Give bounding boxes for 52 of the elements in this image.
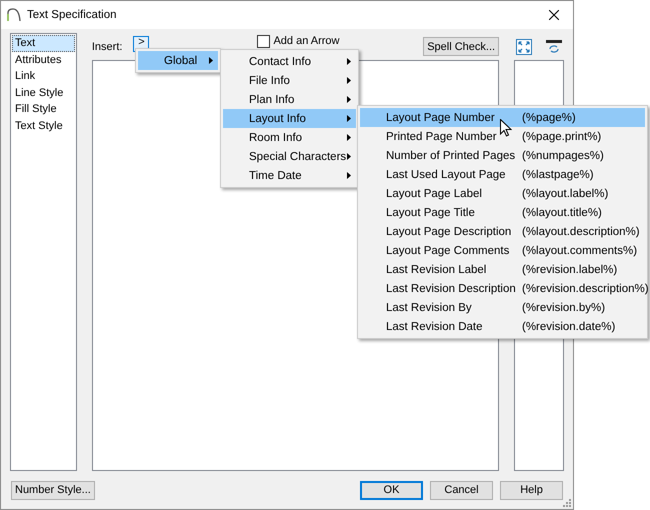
menu-item[interactable]: Last Revision Date (%revision.date%) [360, 317, 645, 336]
menu-item-code: (%layout.description%) [522, 226, 640, 238]
menu-item[interactable]: Layout Page Label (%layout.label%) [360, 184, 645, 203]
sidebar-item[interactable]: Text [12, 35, 75, 52]
dialog-button[interactable]: Number Style... [11, 480, 95, 500]
dialog-button[interactable]: Help [500, 480, 563, 500]
menu-item-code: (%page.print%) [522, 130, 602, 142]
insert-label: Insert: [92, 40, 122, 52]
spell-check-button[interactable]: Spell Check... [423, 37, 500, 56]
checkbox[interactable] [257, 35, 270, 48]
menu-item-code: (%layout.label%) [522, 188, 608, 200]
menu-item-code: (%numpages%) [522, 150, 604, 162]
menu-item[interactable]: Special Characters [223, 147, 356, 166]
menu-item[interactable]: Layout Page Description (%layout.description%) [360, 222, 645, 241]
menu-item-code: (%layout.comments%) [522, 244, 638, 256]
menu-item[interactable]: Layout Page Number (%page%) [360, 108, 645, 127]
sidebar-item[interactable]: Attributes [12, 52, 75, 68]
menu-item[interactable]: Last Used Layout Page (%lastpage%) [360, 165, 645, 184]
rotate-text-icon[interactable] [546, 40, 562, 54]
menu-item[interactable]: Layout Page Title (%layout.title%) [360, 203, 645, 222]
dialog-button[interactable]: OK [360, 480, 423, 500]
menu-item[interactable]: Number of Printed Pages (%numpages%) [360, 146, 645, 165]
menu-item[interactable]: Printed Page Number (%page.print%) [360, 127, 645, 146]
checkbox-label: Add an Arrow [273, 36, 340, 47]
dialog-button[interactable]: Cancel [430, 480, 493, 500]
menu-item[interactable]: Layout Info [223, 109, 356, 128]
menu-item[interactable]: Last Revision Label (%revision.label%) [360, 260, 645, 279]
menu-item[interactable]: Room Info [223, 128, 356, 147]
menu-item-code: (%revision.date%) [522, 320, 616, 332]
menu-item-code: (%lastpage%) [522, 168, 594, 180]
menu-item-code: (%revision.label%) [522, 264, 618, 276]
app-icon [7, 8, 21, 22]
sidebar-item[interactable]: Fill Style [12, 101, 75, 118]
sidebar-item[interactable]: Line Style [12, 84, 75, 101]
menu-item[interactable]: Layout Page Comments (%layout.comments%) [360, 241, 645, 260]
menu-item[interactable]: Contact Info [223, 52, 356, 71]
expand-icon[interactable] [516, 38, 532, 54]
menu-item-code: (%revision.description%) [522, 282, 649, 294]
sidebar-item[interactable]: Link [12, 68, 75, 84]
resize-grip-icon[interactable] [563, 499, 571, 507]
sidebar-item[interactable]: Text Style [12, 118, 75, 134]
menu-item[interactable]: Time Date [223, 166, 356, 185]
menu-item-code: (%revision.by%) [522, 302, 606, 314]
close-icon[interactable] [549, 10, 559, 20]
menu-item[interactable]: Global [138, 51, 218, 70]
menu-item[interactable]: Plan Info [223, 90, 356, 109]
window-title: Text Specification [27, 9, 118, 21]
menu-item-code: (%layout.title%) [522, 206, 602, 218]
menu-item[interactable]: Last Revision By (%revision.by%) [360, 298, 645, 317]
cursor-icon [500, 119, 512, 137]
menu-item[interactable]: File Info [223, 71, 356, 90]
menu-item-code: (%page%) [522, 112, 576, 124]
